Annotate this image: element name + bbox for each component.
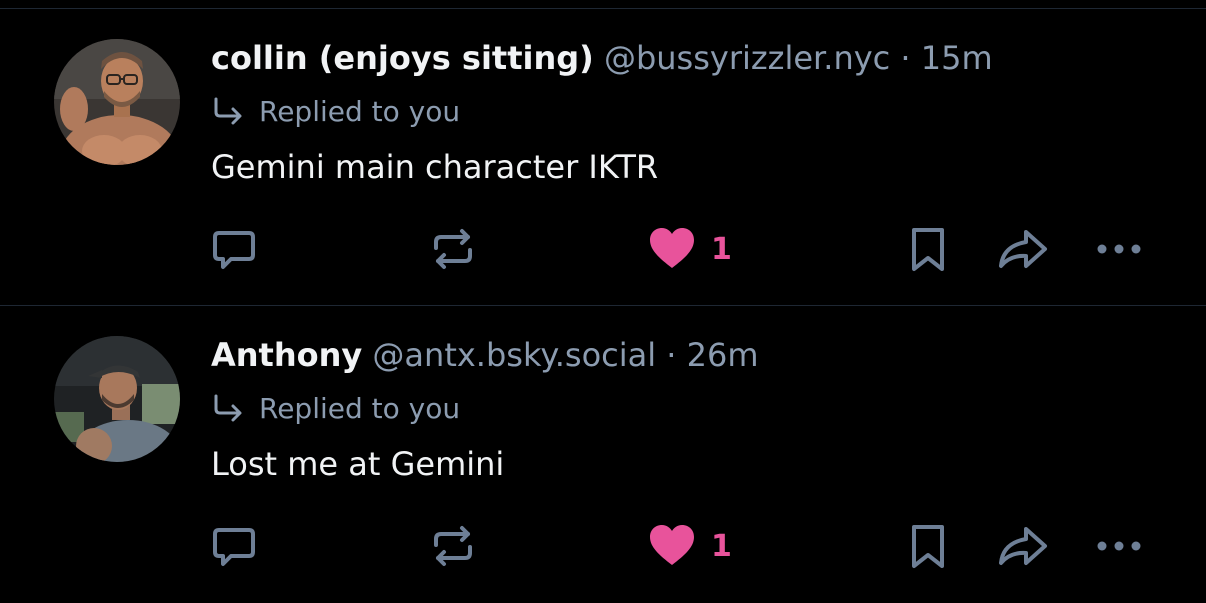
repost-icon [434,229,472,269]
post-text: Gemini main character IKTR [211,148,659,186]
reply-label: Replied to you [259,94,461,128]
share-icon [999,527,1047,565]
more-button[interactable] [1095,223,1145,275]
notification-post[interactable]: collin (enjoys sitting) @bussyrizzler.ny… [0,9,1206,306]
notification-post[interactable]: Anthony @antx.bsky.social · 26m Replied … [0,306,1206,603]
more-icon [1097,244,1141,254]
like-count: 1 [711,231,732,267]
reply-button[interactable] [209,223,259,275]
reply-context: Replied to you [211,388,460,428]
repost-icon [434,526,472,566]
timestamp: 26m [686,336,759,374]
avatar-photo [54,39,180,165]
post-header: Anthony @antx.bsky.social · 26m [211,332,759,378]
share-button[interactable] [996,520,1050,572]
handle[interactable]: @antx.bsky.social [372,336,656,374]
post-text: Lost me at Gemini [211,445,505,483]
bookmark-icon [912,525,944,568]
post-header: collin (enjoys sitting) @bussyrizzler.ny… [211,35,993,81]
heart-icon [650,525,694,565]
like-button[interactable]: 1 [647,520,732,572]
bookmark-button[interactable] [905,223,951,275]
reply-arrow-icon [211,96,245,126]
reply-context: Replied to you [211,91,460,131]
display-name[interactable]: collin (enjoys sitting) [211,39,594,77]
reply-label: Replied to you [259,391,461,425]
reply-arrow-icon [211,393,245,423]
post-actions: 1 [0,223,1206,275]
like-button[interactable]: 1 [647,223,732,275]
avatar[interactable] [54,336,180,462]
share-icon [999,230,1047,268]
like-count: 1 [711,528,732,564]
separator: · [900,39,911,77]
bookmark-icon [912,228,944,271]
avatar[interactable] [54,39,180,165]
display-name[interactable]: Anthony [211,336,362,374]
repost-button[interactable] [428,520,478,572]
more-button[interactable] [1095,520,1145,572]
repost-button[interactable] [428,223,478,275]
post-actions: 1 [0,520,1206,572]
timestamp: 15m [920,39,993,77]
heart-icon [650,228,694,268]
separator: · [666,336,677,374]
more-icon [1097,541,1141,551]
comment-icon [213,231,255,269]
reply-button[interactable] [209,520,259,572]
bookmark-button[interactable] [905,520,951,572]
share-button[interactable] [996,223,1050,275]
handle[interactable]: @bussyrizzler.nyc [604,39,890,77]
comment-icon [213,528,255,566]
avatar-photo [54,336,180,462]
